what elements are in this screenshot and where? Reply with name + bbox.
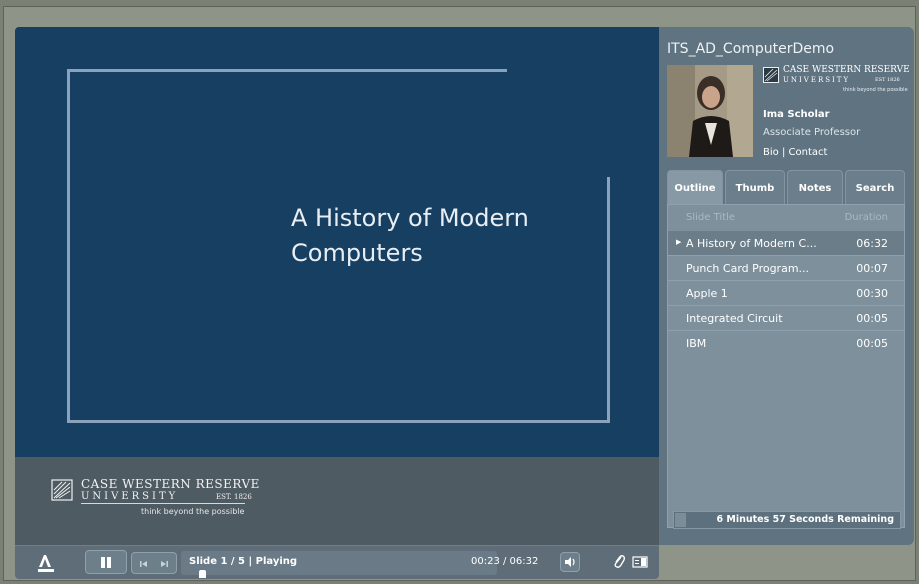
sidebar-panel: ITS_AD_ComputerDemo CASE WESTERN RESERVE… [659, 27, 914, 545]
contact-link[interactable]: Contact [789, 147, 828, 158]
sidebar-logo-tagline: think beyond the possible [843, 87, 908, 93]
outline-row[interactable]: ▶ A History of Modern C... 06:32 [668, 231, 904, 256]
slide-title-line1: A History of Modern [291, 204, 529, 232]
outline-row-title: IBM [686, 337, 707, 350]
outline-row-title: Punch Card Program... [686, 262, 810, 275]
outline-row-duration: 00:05 [856, 312, 888, 325]
outline-row-title: Apple 1 [686, 287, 728, 300]
tab-search[interactable]: Search [845, 170, 905, 204]
outline-row[interactable]: Apple 1 00:30 [668, 281, 904, 306]
slide-title: A History of Modern Computers [291, 201, 611, 271]
outline-header-duration: Duration [844, 212, 888, 223]
playback-status: Slide 1 / 5 | Playing [189, 556, 298, 567]
presentation-title: ITS_AD_ComputerDemo [667, 41, 835, 57]
presenter-photo-image [667, 65, 753, 157]
outline-row[interactable]: Punch Card Program... 00:07 [668, 256, 904, 281]
outline-row[interactable]: IBM 00:05 [668, 331, 904, 356]
logo-tagline: think beyond the possible [141, 507, 245, 516]
slide-frame-top [67, 69, 507, 72]
current-slide-arrow-icon: ▶ [676, 238, 682, 246]
sidebar-logo-name: CASE WESTERN RESERVE [783, 65, 910, 75]
logo-university: UNIVERSITY [81, 491, 179, 502]
outline-row-duration: 06:32 [856, 237, 888, 250]
volume-button[interactable] [560, 552, 580, 572]
cwru-shield-icon [763, 67, 779, 83]
outline-header: Slide Title Duration [668, 205, 904, 231]
pause-icon [101, 557, 111, 568]
tab-outline[interactable]: Outline [667, 170, 723, 204]
pause-button[interactable] [85, 550, 127, 574]
outline-header-title: Slide Title [686, 212, 736, 223]
outline-row-duration: 00:30 [856, 287, 888, 300]
time-remaining-fill [675, 513, 686, 527]
slide-frame-left [67, 69, 70, 423]
presenter-name: Ima Scholar [763, 109, 830, 120]
sidebar-cwru-logo: CASE WESTERN RESERVE UNIVERSITY EST 1826… [763, 65, 910, 99]
outline-panel: Slide Title Duration ▶ A History of Mode… [667, 204, 905, 528]
outline-row[interactable]: Integrated Circuit 00:05 [668, 306, 904, 331]
browser-viewport: A History of Modern Computers CASE WESTE… [3, 6, 916, 581]
slide-stage: A History of Modern Computers [15, 27, 659, 457]
presenter-photo [667, 65, 753, 157]
adobe-logo-icon[interactable] [37, 553, 55, 573]
sidebar-toggle-icon[interactable] [632, 554, 648, 570]
logo-name: CASE WESTERN RESERVE [81, 477, 260, 491]
playback-control-bar: Slide 1 / 5 | Playing 00:23 / 06:32 [15, 545, 659, 579]
logo-rule [81, 503, 245, 504]
playback-time: 00:23 / 06:32 [471, 556, 539, 567]
sidebar-logo-est: EST 1826 [875, 77, 900, 83]
outline-row-duration: 00:07 [856, 262, 888, 275]
time-remaining-text: 6 Minutes 57 Seconds Remaining [716, 514, 894, 525]
cwru-logo: CASE WESTERN RESERVE UNIVERSITY EST. 182… [51, 475, 259, 525]
time-remaining-bar: 6 Minutes 57 Seconds Remaining [673, 511, 901, 529]
bio-contact-separator: | [781, 147, 786, 158]
slide-frame-bottom [67, 420, 610, 423]
bio-contact-links: Bio | Contact [763, 147, 827, 158]
tab-notes[interactable]: Notes [787, 170, 843, 204]
outline-row-duration: 00:05 [856, 337, 888, 350]
volume-icon [565, 557, 575, 567]
presentation-player: A History of Modern Computers CASE WESTE… [15, 27, 915, 579]
previous-slide-icon[interactable] [136, 557, 152, 571]
slide-title-line2: Computers [291, 239, 423, 267]
presenter-role: Associate Professor [763, 127, 861, 138]
outline-row-title: A History of Modern C... [686, 237, 817, 250]
cwru-shield-icon [51, 479, 73, 501]
slide-footer-band: CASE WESTERN RESERVE UNIVERSITY EST. 182… [15, 457, 659, 545]
slide-navigation-group [131, 552, 177, 574]
outline-row-title: Integrated Circuit [686, 312, 783, 325]
sidebar-tabs: Outline Thumb Notes Search [667, 170, 905, 204]
paperclip-icon[interactable] [612, 554, 626, 570]
next-slide-icon[interactable] [156, 557, 172, 571]
sidebar-logo-university: UNIVERSITY [783, 76, 851, 84]
tab-thumb[interactable]: Thumb [725, 170, 785, 204]
bio-link[interactable]: Bio [763, 147, 779, 158]
progress-scrubber[interactable] [199, 570, 206, 578]
logo-est: EST. 1826 [216, 493, 252, 501]
